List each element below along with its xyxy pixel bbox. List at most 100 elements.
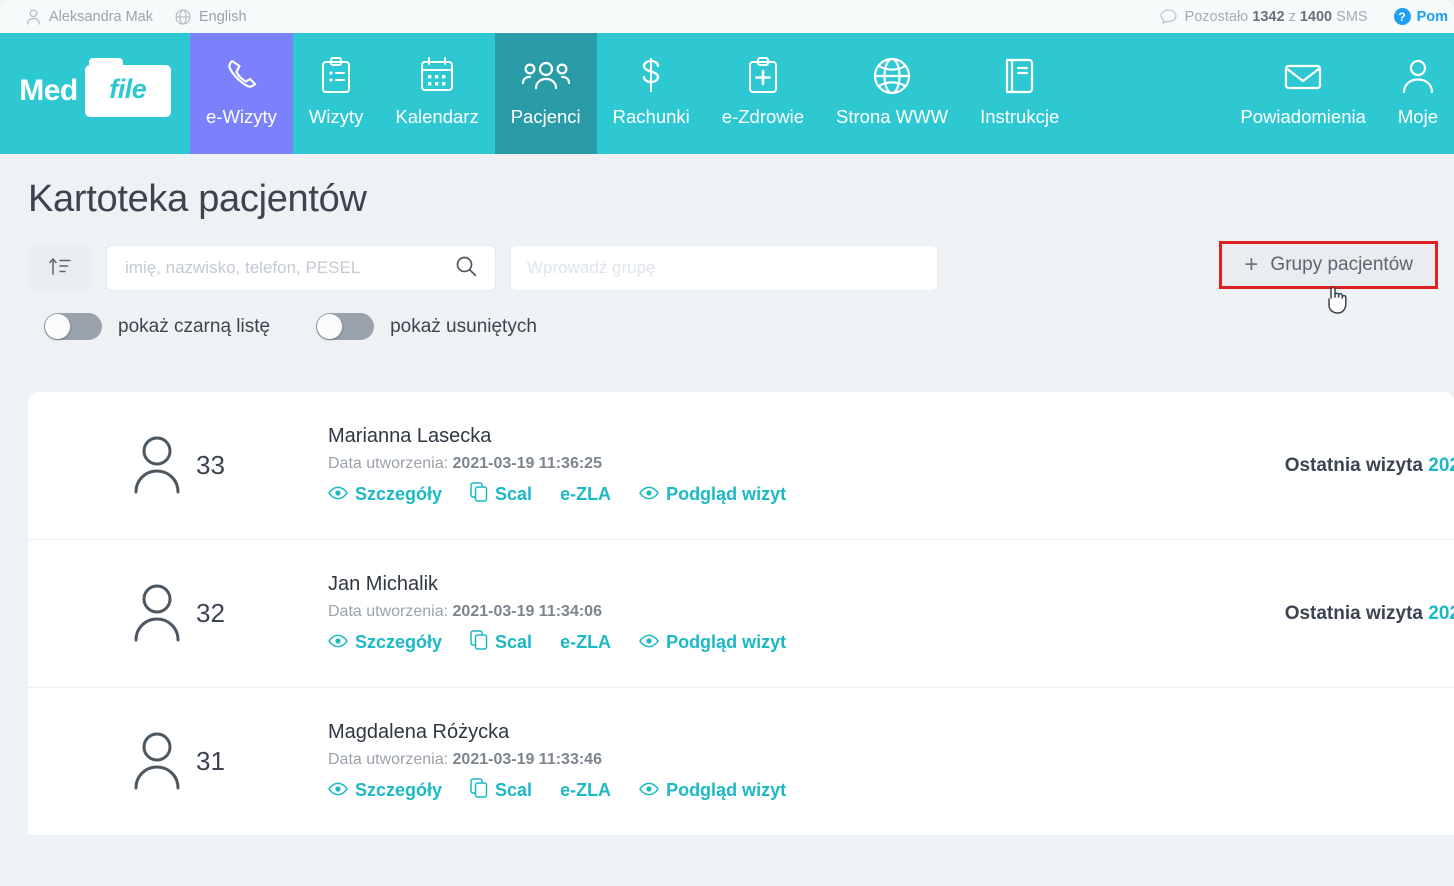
patient-name: Jan Michalik (328, 572, 439, 595)
user-account-link[interactable]: Aleksandra Mak (26, 9, 153, 25)
group-field-wrapper[interactable] (510, 245, 938, 291)
main-navigation: Med file e-Wizyty Wizyty Kalendarz Pacje… (0, 33, 1454, 154)
action-podglad-wizyt-label: Podgląd wizyt (666, 779, 787, 800)
calendar-icon (419, 54, 455, 96)
action-podglad-wizyt[interactable]: Podgląd wizyt (639, 484, 786, 505)
language-selector[interactable]: English (175, 9, 247, 25)
nav-item-moje[interactable]: Moje (1382, 33, 1454, 154)
nav-item-wizyty[interactable]: Wizyty (293, 33, 379, 154)
brand-logo[interactable]: Med file (0, 33, 190, 154)
sms-prefix: Pozostało (1184, 8, 1249, 25)
action-szczegoly[interactable]: Szczegóły (328, 484, 442, 505)
user-icon (26, 8, 41, 25)
phone-handset-icon (221, 54, 261, 96)
eye-icon (328, 632, 348, 653)
last-visit-value: 202 (1428, 602, 1454, 624)
action-podglad-wizyt[interactable]: Podgląd wizyt (639, 780, 786, 801)
action-scal[interactable]: Scal (470, 481, 533, 507)
mouse-cursor-pointer-icon (1325, 285, 1351, 315)
group-input[interactable] (527, 258, 921, 278)
toggle-blacklist-switch[interactable] (44, 313, 102, 340)
eye-icon (639, 780, 659, 801)
toggle-deleted-switch[interactable] (316, 313, 375, 340)
nav-item-e-zdrowie[interactable]: e-Zdrowie (706, 33, 820, 154)
brand-folder-icon: file (84, 57, 171, 117)
search-icon[interactable] (455, 255, 477, 282)
nav-label-powiadomienia: Powiadomienia (1240, 105, 1366, 127)
toggle-deleted[interactable]: pokaż usuniętych (316, 313, 537, 340)
sort-button[interactable] (28, 245, 92, 291)
nav-item-pacjenci[interactable]: Pacjenci (494, 33, 597, 154)
nav-item-e-wizyty[interactable]: e-Wizyty (190, 33, 293, 154)
action-szczegoly-label: Szczegóły (355, 483, 443, 504)
copy-icon (470, 777, 488, 803)
patient-created-date: Data utworzenia: 2021-03-19 11:33:46 (328, 751, 1454, 769)
toggle-blacklist[interactable]: pokaż czarną listę (44, 313, 270, 340)
last-visit-label: Ostatnia wizyta (1284, 602, 1424, 624)
created-date-value: 2021-03-19 11:36:25 (452, 454, 602, 472)
brand-name-left: Med (19, 73, 78, 107)
action-scal-label: Scal (495, 483, 533, 504)
table-row[interactable]: 33 Marianna Lasecka Data utworzenia: 202… (28, 392, 1454, 540)
last-visit-value: 202 (1428, 454, 1454, 476)
table-row[interactable]: 32 Jan Michalik Data utworzenia: 2021-03… (28, 540, 1454, 688)
avatar (132, 580, 182, 647)
nav-item-strona-www[interactable]: Strona WWW (820, 33, 964, 154)
action-e-zla-label: e-ZLA (560, 631, 612, 652)
action-szczegoly[interactable]: Szczegóły (328, 632, 442, 653)
patient-name: Marianna Lasecka (328, 424, 492, 447)
nav-item-rachunki[interactable]: Rachunki (597, 33, 706, 154)
topbar-left-group: Aleksandra Mak English (0, 9, 247, 25)
patient-actions: Szczegóły Scal e-ZLA Podgląd wizyt (328, 629, 1454, 655)
eye-icon (639, 632, 659, 653)
patient-id: 33 (196, 450, 225, 480)
patient-info: Magdalena Różycka Data utworzenia: 2021-… (328, 721, 1454, 803)
dollar-icon (637, 54, 665, 96)
action-szczegoly-label: Szczegóły (355, 779, 443, 800)
nav-item-powiadomienia[interactable]: Powiadomienia (1224, 33, 1381, 154)
patient-name: Magdalena Różycka (328, 720, 510, 743)
nav-item-instrukcje[interactable]: Instrukcje (964, 33, 1075, 154)
created-date-label: Data utworzenia: (328, 602, 449, 620)
nav-label-strona-www: Strona WWW (836, 105, 949, 127)
patient-avatar-block: 33 (132, 432, 328, 499)
action-podglad-wizyt[interactable]: Podgląd wizyt (639, 632, 786, 653)
patient-id: 32 (196, 598, 225, 628)
sms-counter: Pozostało 1342 z 1400 SMS (1160, 9, 1368, 25)
nav-label-instrukcje: Instrukcje (980, 105, 1060, 127)
patient-groups-label: Grupy pacjentów (1270, 254, 1413, 275)
last-visit-label: Ostatnia wizyta (1284, 454, 1424, 476)
book-icon (1002, 54, 1038, 96)
chat-bubble-icon (1160, 9, 1177, 24)
action-scal[interactable]: Scal (470, 777, 533, 803)
nav-item-kalendarz[interactable]: Kalendarz (379, 33, 494, 154)
sort-ascending-icon (48, 255, 72, 282)
created-date-value: 2021-03-19 11:34:06 (452, 602, 602, 620)
copy-icon (470, 481, 488, 507)
action-scal-label: Scal (495, 779, 533, 800)
nav-label-e-wizyty: e-Wizyty (206, 105, 277, 127)
page-content: Kartoteka pacjentów + Grupy pacjentów (0, 154, 1454, 886)
toggle-bar: pokaż czarną listę pokaż usuniętych (0, 291, 1454, 340)
action-e-zla[interactable]: e-ZLA (560, 780, 611, 801)
search-field-wrapper[interactable] (106, 245, 496, 291)
globe-icon (175, 8, 191, 25)
search-input[interactable] (125, 258, 445, 278)
action-szczegoly[interactable]: Szczegóły (328, 780, 442, 801)
patient-avatar-block: 31 (132, 728, 328, 795)
avatar (132, 432, 182, 499)
patient-groups-button[interactable]: + Grupy pacjentów (1219, 241, 1438, 289)
help-link[interactable]: ? Pom (1393, 8, 1448, 25)
action-scal[interactable]: Scal (470, 629, 533, 655)
action-e-zla[interactable]: e-ZLA (560, 632, 611, 653)
nav-label-e-zdrowie: e-Zdrowie (721, 105, 805, 127)
copy-icon (470, 629, 488, 655)
action-szczegoly-label: Szczegóły (355, 631, 443, 652)
action-scal-label: Scal (495, 631, 533, 652)
nav-label-rachunki: Rachunki (612, 105, 690, 127)
user-name-label: Aleksandra Mak (49, 8, 153, 25)
table-row[interactable]: 31 Magdalena Różycka Data utworzenia: 20… (28, 688, 1454, 836)
created-date-value: 2021-03-19 11:33:46 (452, 750, 602, 768)
user-icon (1400, 54, 1436, 96)
action-e-zla[interactable]: e-ZLA (560, 484, 611, 505)
